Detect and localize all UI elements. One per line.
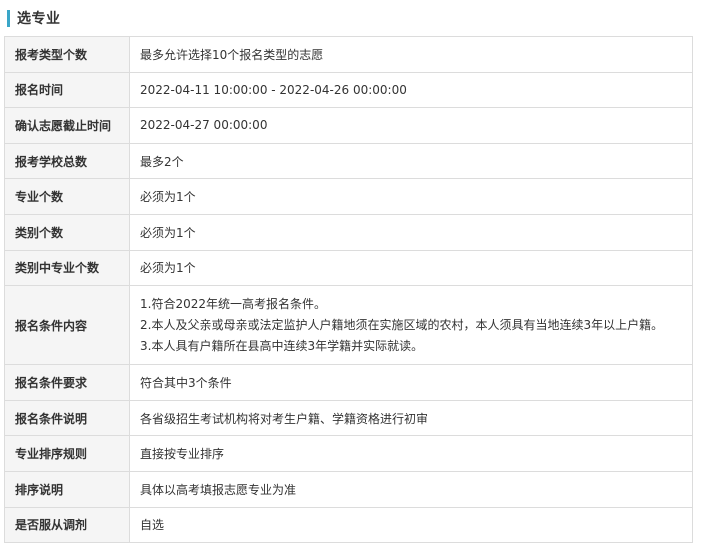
table-row: 报考类型个数 最多允许选择10个报名类型的志愿 bbox=[4, 36, 693, 73]
row-label: 类别个数 bbox=[4, 213, 130, 251]
table-row: 是否服从调剂 自选 bbox=[4, 506, 693, 544]
row-label: 报名条件说明 bbox=[4, 399, 130, 437]
info-table: 报考类型个数 最多允许选择10个报名类型的志愿 报名时间 2022-04-11 … bbox=[4, 36, 693, 544]
row-label: 报名时间 bbox=[4, 71, 130, 109]
table-row: 报考学校总数 最多2个 bbox=[4, 142, 693, 180]
row-value: 直接按专业排序 bbox=[129, 435, 693, 472]
row-value: 各省级招生考试机构将对考生户籍、学籍资格进行初审 bbox=[129, 399, 693, 437]
table-row: 报名时间 2022-04-11 10:00:00 - 2022-04-26 00… bbox=[4, 71, 693, 109]
row-label: 确认志愿截止时间 bbox=[4, 107, 130, 144]
row-label: 报考学校总数 bbox=[4, 142, 130, 180]
condition-line: 2.本人及父亲或母亲或法定监护人户籍地须在实施区域的农村，本人须具有当地连续3年… bbox=[140, 317, 664, 332]
row-label: 专业排序规则 bbox=[4, 435, 130, 472]
row-value: 必须为1个 bbox=[129, 178, 693, 215]
section-header: 选专业 bbox=[7, 9, 61, 27]
table-row: 报名条件说明 各省级招生考试机构将对考生户籍、学籍资格进行初审 bbox=[4, 399, 693, 437]
table-row: 确认志愿截止时间 2022-04-27 00:00:00 bbox=[4, 107, 693, 144]
row-value: 最多允许选择10个报名类型的志愿 bbox=[129, 36, 693, 73]
row-value: 必须为1个 bbox=[129, 213, 693, 251]
row-label: 专业个数 bbox=[4, 178, 130, 215]
condition-line: 1.符合2022年统一高考报名条件。 bbox=[140, 296, 326, 311]
row-value: 符合其中3个条件 bbox=[129, 364, 693, 401]
row-label: 报考类型个数 bbox=[4, 36, 130, 73]
table-row: 报名条件要求 符合其中3个条件 bbox=[4, 364, 693, 401]
row-value: 必须为1个 bbox=[129, 249, 693, 287]
row-value: 具体以高考填报志愿专业为准 bbox=[129, 470, 693, 508]
row-label: 报名条件内容 bbox=[4, 285, 130, 366]
row-value: 自选 bbox=[129, 506, 693, 544]
row-value-multiline: 1.符合2022年统一高考报名条件。 2.本人及父亲或母亲或法定监护人户籍地须在… bbox=[129, 285, 693, 366]
row-label: 排序说明 bbox=[4, 470, 130, 508]
row-value: 2022-04-27 00:00:00 bbox=[129, 107, 693, 144]
row-label: 报名条件要求 bbox=[4, 364, 130, 401]
section-title: 选专业 bbox=[17, 11, 61, 27]
table-row: 专业排序规则 直接按专业排序 bbox=[4, 435, 693, 472]
row-label: 是否服从调剂 bbox=[4, 506, 130, 544]
table-row: 类别个数 必须为1个 bbox=[4, 213, 693, 251]
table-row: 类别中专业个数 必须为1个 bbox=[4, 249, 693, 287]
condition-line: 3.本人具有户籍所在县高中连续3年学籍并实际就读。 bbox=[140, 338, 424, 353]
table-row: 专业个数 必须为1个 bbox=[4, 178, 693, 215]
table-row: 排序说明 具体以高考填报志愿专业为准 bbox=[4, 470, 693, 508]
section-accent-bar bbox=[7, 9, 10, 27]
row-label: 类别中专业个数 bbox=[4, 249, 130, 287]
table-row: 报名条件内容 1.符合2022年统一高考报名条件。 2.本人及父亲或母亲或法定监… bbox=[4, 285, 693, 366]
row-value: 最多2个 bbox=[129, 142, 693, 180]
row-value: 2022-04-11 10:00:00 - 2022-04-26 00:00:0… bbox=[129, 71, 693, 109]
